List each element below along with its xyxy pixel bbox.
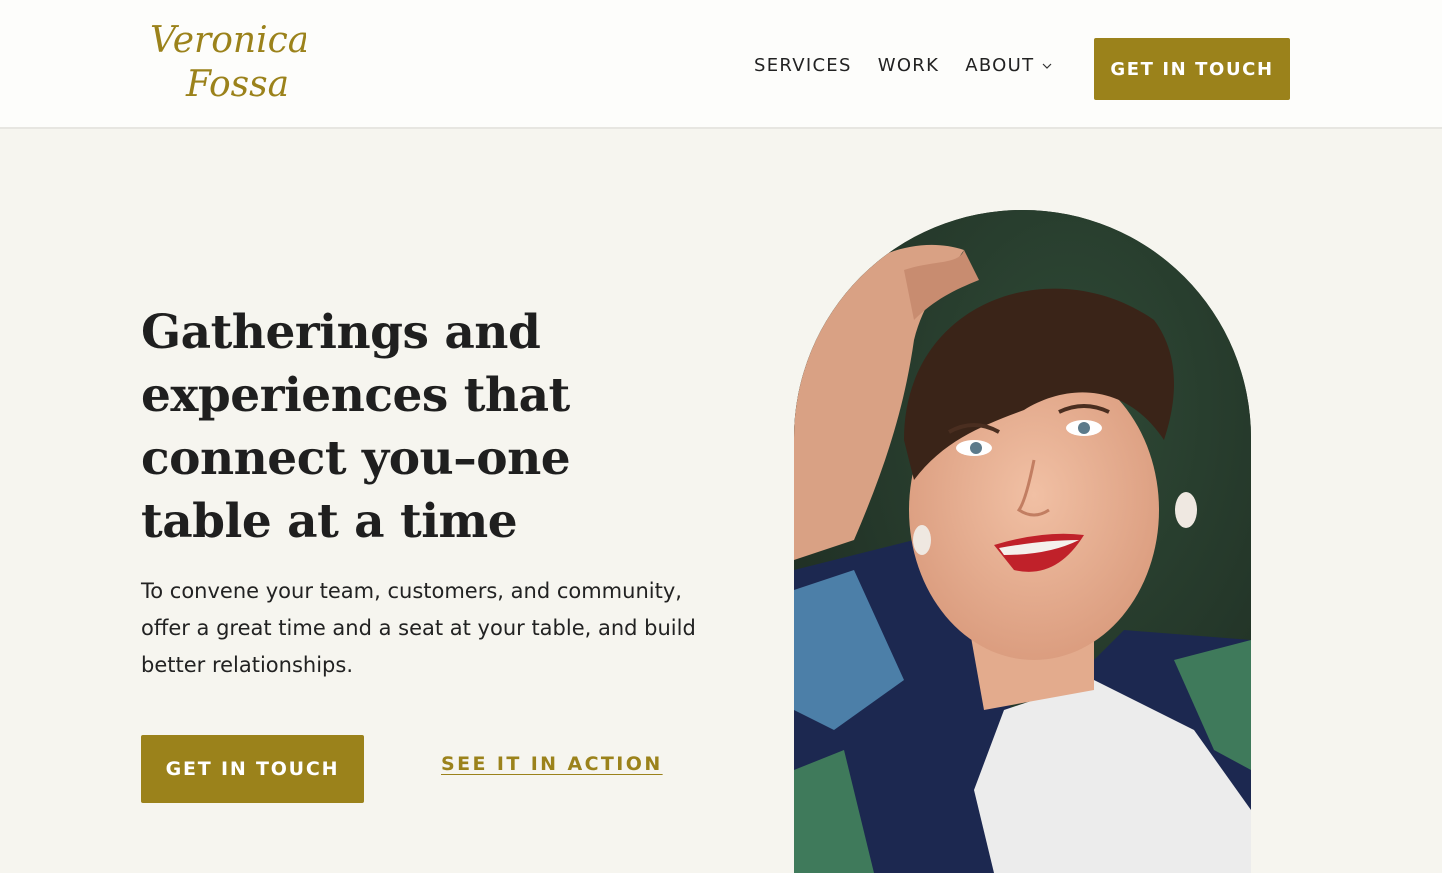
logo-script: Veronica Fossa xyxy=(150,20,306,105)
hero-description: To convene your team, customers, and com… xyxy=(141,579,696,677)
nav-item-about-label: ABOUT xyxy=(965,55,1035,76)
header-get-in-touch-button[interactable]: GET IN TOUCH xyxy=(1094,38,1290,100)
site-header: Veronica Fossa SERVICES WORK ABOUT GET I… xyxy=(0,0,1442,129)
main-nav: SERVICES WORK ABOUT xyxy=(754,55,1078,77)
hero-title: Gatherings and experiences that connect … xyxy=(141,305,571,549)
nav-item-work[interactable]: WORK xyxy=(878,55,939,77)
see-it-in-action-link[interactable]: SEE IT IN ACTION xyxy=(441,753,663,775)
logo[interactable]: Veronica Fossa xyxy=(146,8,306,108)
nav-item-services[interactable]: SERVICES xyxy=(754,55,852,77)
portrait-illustration xyxy=(794,210,1251,873)
logo-line-1: Veronica xyxy=(150,20,306,61)
portrait-photo xyxy=(794,210,1251,873)
nav-item-work-label: WORK xyxy=(877,55,940,76)
hero-get-in-touch-button[interactable]: GET IN TOUCH xyxy=(141,735,364,803)
logo-line-2: Fossa xyxy=(185,64,289,105)
nav-item-services-label: SERVICES xyxy=(754,55,852,76)
nav-item-about[interactable]: ABOUT xyxy=(965,55,1052,77)
chevron-down-icon xyxy=(1042,61,1052,71)
